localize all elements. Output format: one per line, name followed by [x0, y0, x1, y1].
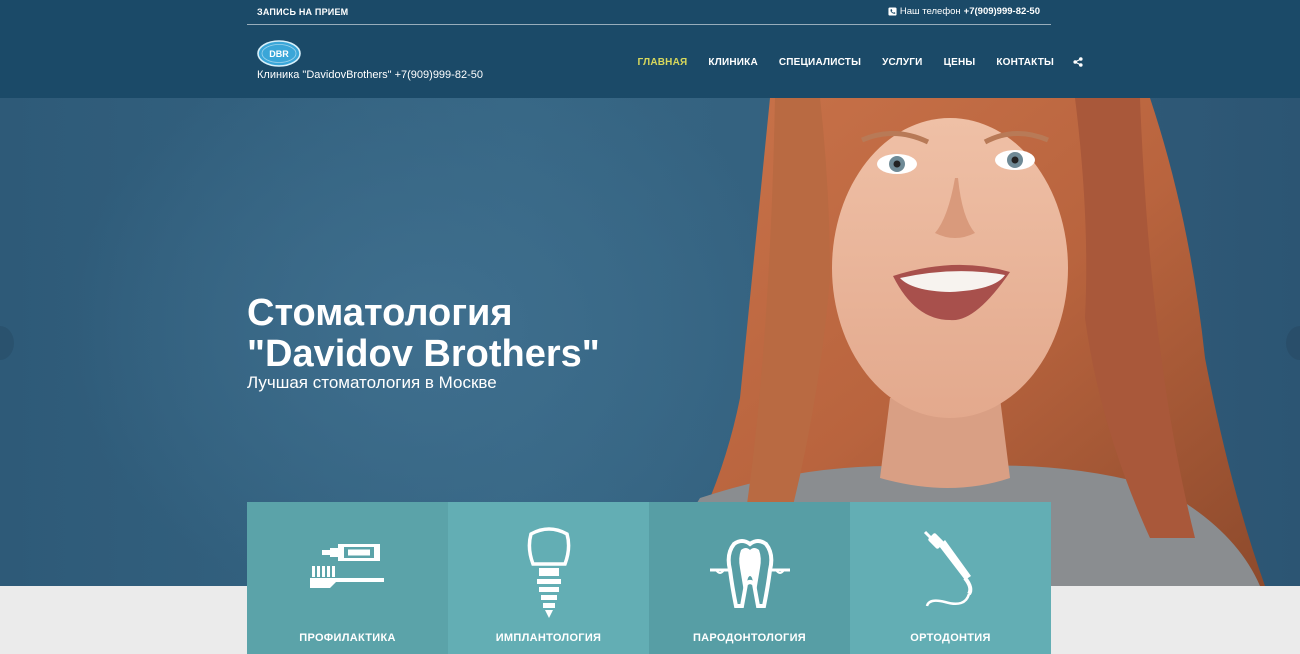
logo-text: DBR: [269, 49, 289, 59]
nav-item-prices[interactable]: ЦЕНЫ: [933, 57, 986, 68]
service-label: ОРТОДОНТИЯ: [910, 632, 991, 644]
services-row: ПРОФИЛАКТИКА ИМПЛАНТОЛОГИЯ ПАРОДОНТОЛОГИ…: [247, 502, 1051, 654]
hero-subtitle: Лучшая стоматология в Москве: [247, 373, 497, 392]
phone-icon: [888, 7, 897, 16]
dental-drill-icon: [923, 530, 972, 607]
nav-item-services[interactable]: УСЛУГИ: [872, 57, 934, 68]
service-label: ПАРОДОНТОЛОГИЯ: [692, 632, 807, 644]
hero-title-line2: "Davidov Brothers": [247, 333, 600, 375]
service-implantology[interactable]: ИМПЛАНТОЛОГИЯ: [448, 502, 649, 654]
brand-caption: Клиника "DavidovBrothers" +7(909)999-82-…: [257, 69, 483, 81]
service-label: ИМПЛАНТОЛОГИЯ: [495, 632, 602, 644]
nav-item-contacts[interactable]: КОНТАКТЫ: [986, 57, 1065, 68]
service-label: ПРОФИЛАКТИКА: [299, 632, 396, 644]
nav-item-specialists[interactable]: СПЕЦИАЛИСТЫ: [768, 57, 871, 68]
tooth-gum-icon: [709, 539, 790, 608]
main-nav: ГЛАВНАЯ КЛИНИКА СПЕЦИАЛИСТЫ УСЛУГИ ЦЕНЫ …: [627, 50, 1083, 74]
service-orthodontics[interactable]: ОРТОДОНТИЯ: [850, 502, 1051, 654]
phone-number[interactable]: +7(909)999-82-50: [964, 6, 1040, 17]
clinic-logo[interactable]: DBR: [257, 40, 301, 67]
site-header: ЗАПИСЬ НА ПРИЕМ Наш телефон +7(909)999-8…: [0, 0, 1300, 98]
share-button[interactable]: [1072, 57, 1083, 67]
implant-icon: [527, 527, 570, 618]
hero-title-line1: Стоматология: [247, 292, 513, 334]
appointment-link[interactable]: ЗАПИСЬ НА ПРИЕМ: [257, 7, 348, 17]
hero-title: Стоматология "Davidov Brothers": [247, 293, 600, 375]
phone-info: Наш телефон +7(909)999-82-50: [888, 6, 1040, 17]
nav-item-home[interactable]: ГЛАВНАЯ: [627, 57, 698, 68]
nav-item-clinic[interactable]: КЛИНИКА: [698, 57, 768, 68]
service-prophylaxis[interactable]: ПРОФИЛАКТИКА: [247, 502, 448, 654]
phone-label: Наш телефон: [899, 6, 961, 17]
top-bar: ЗАПИСЬ НА ПРИЕМ Наш телефон +7(909)999-8…: [247, 0, 1051, 25]
service-periodontology[interactable]: ПАРОДОНТОЛОГИЯ: [649, 502, 850, 654]
toothbrush-icon: [309, 544, 384, 588]
share-icon: [1072, 57, 1083, 67]
